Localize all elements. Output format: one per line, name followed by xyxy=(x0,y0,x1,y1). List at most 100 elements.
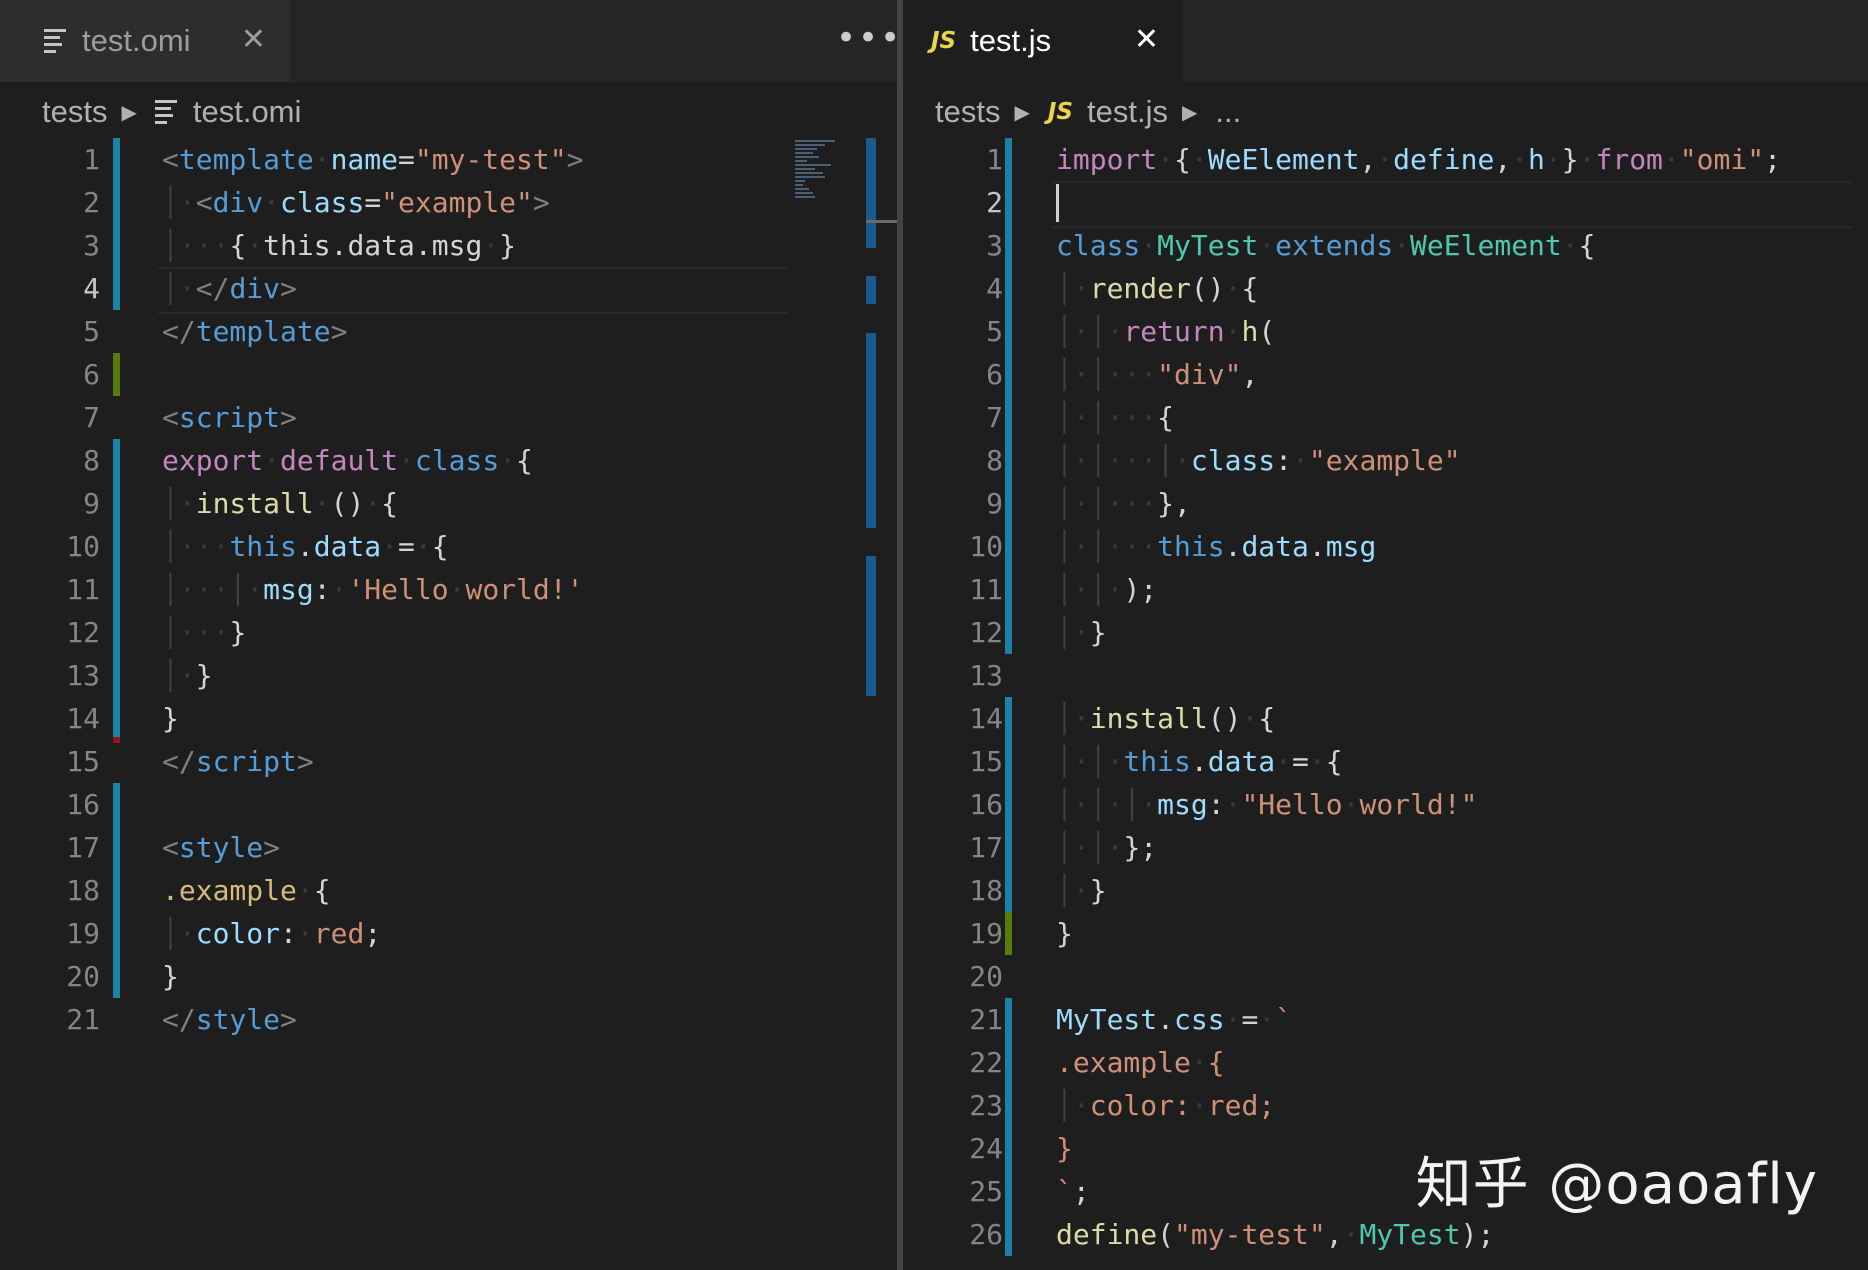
breadcrumb-folder[interactable]: tests xyxy=(42,94,107,130)
git-modified-marker[interactable] xyxy=(113,525,120,568)
git-modified-marker[interactable] xyxy=(113,611,120,654)
tab-test-omi[interactable]: test.omi ✕ xyxy=(0,0,290,82)
code-line[interactable]: 19 │·color:·red; xyxy=(0,912,897,955)
code-line[interactable]: 2 xyxy=(903,181,1868,228)
code-line[interactable]: 15 </script> xyxy=(0,737,897,783)
code-line[interactable]: 3 class·MyTest·extends·WeElement·{ xyxy=(903,224,1868,267)
code-line[interactable]: 6 │·│···"div", xyxy=(903,353,1868,396)
code-line[interactable]: 3 │···{·this.data.msg·} xyxy=(0,224,897,267)
git-modified-marker[interactable] xyxy=(1005,138,1012,181)
git-modified-marker[interactable] xyxy=(1005,783,1012,826)
git-modified-marker[interactable] xyxy=(1005,181,1012,224)
breadcrumb-symbols[interactable]: ... xyxy=(1215,94,1241,130)
code-line[interactable]: 12 │···} xyxy=(0,611,897,654)
code-line[interactable]: 16 xyxy=(0,783,897,826)
code-line[interactable]: 12 │·} xyxy=(903,611,1868,654)
breadcrumb-file[interactable]: test.omi xyxy=(154,94,301,130)
git-added-marker[interactable] xyxy=(1005,912,1012,955)
code-line[interactable]: 1 import·{·WeElement,·define,·h·}·from·"o… xyxy=(903,138,1868,181)
git-modified-marker[interactable] xyxy=(1005,439,1012,482)
git-modified-marker[interactable] xyxy=(1005,525,1012,568)
git-modified-marker[interactable] xyxy=(1005,826,1012,869)
code-line[interactable]: 7 <script> xyxy=(0,396,897,439)
code-line[interactable]: 11 │·│·); xyxy=(903,568,1868,611)
git-modified-marker[interactable] xyxy=(113,869,120,912)
git-modified-marker[interactable] xyxy=(113,138,120,181)
git-modified-marker[interactable] xyxy=(113,697,120,740)
git-modified-marker[interactable] xyxy=(113,482,120,525)
code-line[interactable]: 11 │···│·msg:·'Hello·world!' xyxy=(0,568,897,611)
code-line[interactable]: 19} xyxy=(903,912,1868,955)
git-modified-marker[interactable] xyxy=(1005,310,1012,353)
code-line[interactable]: 15 │·│·this.data·=·{ xyxy=(903,740,1868,783)
git-modified-marker[interactable] xyxy=(113,224,120,267)
code-line[interactable]: 9 │·│···}, xyxy=(903,482,1868,525)
code-line[interactable]: 21 MyTest.css·=·` xyxy=(903,998,1868,1041)
code-line[interactable]: 8 export·default·class·{ xyxy=(0,439,897,482)
git-modified-marker[interactable] xyxy=(1005,1127,1012,1170)
git-modified-marker[interactable] xyxy=(1005,697,1012,740)
close-icon[interactable]: ✕ xyxy=(1134,22,1159,57)
git-modified-marker[interactable] xyxy=(1005,869,1012,912)
code-line[interactable]: 23 │·color:·red; xyxy=(903,1084,1868,1127)
code-line[interactable]: 16 │·│·│·msg:·"Hello·world!" xyxy=(903,783,1868,826)
code-line[interactable]: 13 │·} xyxy=(0,654,897,697)
code-line[interactable]: 6 xyxy=(0,353,897,396)
git-added-marker[interactable] xyxy=(113,353,120,396)
git-modified-marker[interactable] xyxy=(1005,482,1012,525)
tab-test-js[interactable]: JS test.js ✕ xyxy=(903,0,1183,82)
git-modified-marker[interactable] xyxy=(1005,998,1012,1041)
code-line[interactable]: 22 .example·{ xyxy=(903,1041,1868,1084)
git-modified-marker[interactable] xyxy=(113,912,120,955)
code-editor[interactable]: 1 import·{·WeElement,·define,·h·}·from·"o… xyxy=(903,138,1868,1270)
code-line[interactable]: 18 │·} xyxy=(903,869,1868,912)
code-line[interactable]: 7 │·│···{ xyxy=(903,396,1868,439)
code-line[interactable]: 17 │·│·}; xyxy=(903,826,1868,869)
git-modified-marker[interactable] xyxy=(113,955,120,998)
code-line[interactable]: 2 │·<div·class="example"> xyxy=(0,181,897,224)
code-line[interactable]: 17 <style> xyxy=(0,826,897,869)
code-line[interactable]: 9 │·install·()·{ xyxy=(0,482,897,525)
git-modified-marker[interactable] xyxy=(1005,1213,1012,1256)
code-line[interactable]: 5 │·│·return·h( xyxy=(903,310,1868,353)
git-modified-marker[interactable] xyxy=(113,181,120,224)
code-line[interactable]: 13 xyxy=(903,654,1868,697)
git-modified-marker[interactable] xyxy=(1005,611,1012,654)
code-line[interactable]: 20 xyxy=(903,955,1868,998)
git-modified-marker[interactable] xyxy=(113,654,120,697)
code-editor[interactable]: 1 <template·name="my-test"> 2 │·<div·class=… xyxy=(0,138,897,1270)
code-line[interactable]: 18 .example·{ xyxy=(0,869,897,912)
git-modified-marker[interactable] xyxy=(1005,267,1012,310)
git-modified-marker[interactable] xyxy=(1005,396,1012,439)
code-token: data xyxy=(1207,745,1276,778)
code-line[interactable]: 20} xyxy=(0,955,897,998)
code-line[interactable]: 4 │·render()·{ xyxy=(903,267,1868,310)
code-line[interactable]: 4 │·</div> xyxy=(0,267,897,314)
git-modified-marker[interactable] xyxy=(113,783,120,826)
breadcrumb-folder[interactable]: tests xyxy=(935,94,1000,130)
git-modified-marker[interactable] xyxy=(113,267,120,310)
code-line[interactable]: 14 │·install()·{ xyxy=(903,697,1868,740)
more-actions-icon[interactable]: ••• xyxy=(836,18,897,58)
code-line[interactable]: 10 │·│···this.data.msg xyxy=(903,525,1868,568)
code-token: · xyxy=(1072,401,1090,434)
git-modified-marker[interactable] xyxy=(1005,353,1012,396)
code-line[interactable]: 8 │·│···│·class:·"example" xyxy=(903,439,1868,482)
code-line[interactable]: 5 </template> xyxy=(0,310,897,353)
code-line[interactable]: 1 <template·name="my-test"> xyxy=(0,138,897,181)
git-modified-marker[interactable] xyxy=(113,826,120,869)
git-modified-marker[interactable] xyxy=(1005,224,1012,267)
git-modified-marker[interactable] xyxy=(1005,740,1012,783)
git-modified-marker[interactable] xyxy=(1005,1041,1012,1084)
git-deleted-marker[interactable] xyxy=(113,737,120,743)
git-modified-marker[interactable] xyxy=(1005,568,1012,611)
code-line[interactable]: 14} xyxy=(0,697,897,740)
git-modified-marker[interactable] xyxy=(113,568,120,611)
breadcrumb-file[interactable]: JS test.js xyxy=(1048,94,1168,130)
git-modified-marker[interactable] xyxy=(113,439,120,482)
code-line[interactable]: 10 │···this.data·=·{ xyxy=(0,525,897,568)
git-modified-marker[interactable] xyxy=(1005,1170,1012,1213)
code-line[interactable]: 21 </style> xyxy=(0,998,897,1041)
close-icon[interactable]: ✕ xyxy=(241,22,266,57)
git-modified-marker[interactable] xyxy=(1005,1084,1012,1127)
